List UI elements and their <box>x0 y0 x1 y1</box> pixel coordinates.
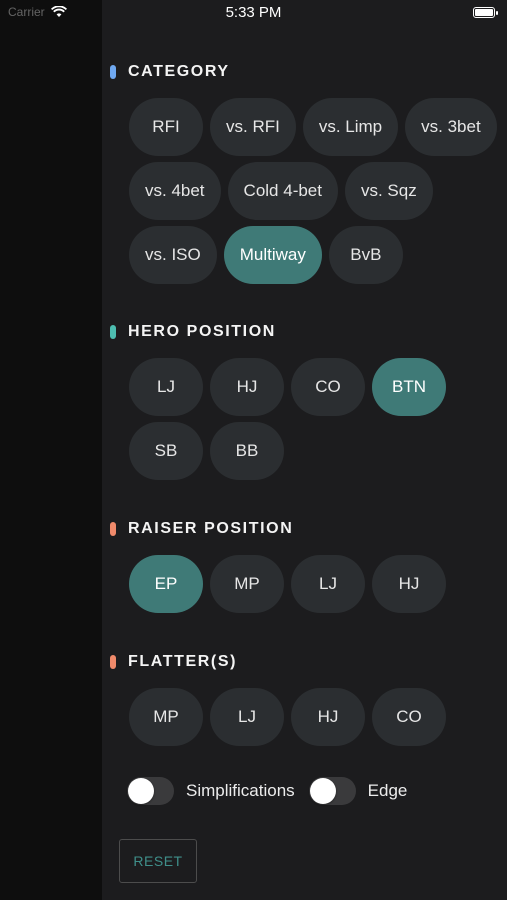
raiser-position-header: RAISER POSITION <box>110 519 449 539</box>
hero-position-title: HERO POSITION <box>128 323 276 340</box>
raiser-position-chip[interactable]: MP <box>210 555 284 613</box>
category-section: CATEGORY RFI vs. RFI vs. Limp vs. 3bet vs. 4… <box>110 62 499 284</box>
status-bar: Carrier 5:33 PM <box>0 0 507 28</box>
raiser-position-chips: EP MP LJ HJ <box>129 555 449 613</box>
category-title: CATEGORY <box>128 63 230 80</box>
category-chips: RFI vs. RFI vs. Limp vs. 3bet vs. 4bet Cold 4… <box>129 98 499 284</box>
flatters-title: FLATTER(S) <box>128 653 238 670</box>
raiser-position-section: RAISER POSITION EP MP LJ HJ <box>110 519 449 613</box>
flatters-chip[interactable]: HJ <box>291 688 365 746</box>
flatters-chips: MP LJ HJ CO <box>129 688 449 746</box>
toggles-row: Simplifications Edge <box>127 775 407 807</box>
edge-toggle[interactable] <box>308 777 356 805</box>
flatters-accent <box>110 655 116 669</box>
category-chip[interactable]: Multiway <box>223 226 322 284</box>
hero-position-chip[interactable]: HJ <box>210 358 284 416</box>
hero-position-chip[interactable]: SB <box>129 422 203 480</box>
flatters-chip[interactable]: LJ <box>210 688 284 746</box>
hero-position-chip[interactable]: BB <box>210 422 284 480</box>
category-chip[interactable]: Cold 4-bet <box>227 162 338 220</box>
toggle-knob <box>128 778 154 804</box>
category-chip[interactable]: vs. RFI <box>210 98 296 156</box>
raiser-position-chip[interactable]: LJ <box>291 555 365 613</box>
hero-position-section: HERO POSITION LJ HJ CO BTN SB BB <box>110 322 449 480</box>
category-chip[interactable]: vs. ISO <box>129 226 217 284</box>
hero-position-header: HERO POSITION <box>110 322 449 342</box>
raiser-position-chip[interactable]: HJ <box>372 555 446 613</box>
edge-label: Edge <box>367 781 408 800</box>
hero-position-chip[interactable]: CO <box>291 358 365 416</box>
category-chip[interactable]: RFI <box>129 98 203 156</box>
raiser-position-title: RAISER POSITION <box>128 520 294 537</box>
toggle-knob <box>309 778 336 804</box>
flatters-section: FLATTER(S) MP LJ HJ CO <box>110 652 449 746</box>
reset-button[interactable]: RESET <box>119 839 197 883</box>
background-overlay <box>0 0 102 900</box>
category-chip[interactable]: vs. Limp <box>302 98 399 156</box>
hero-position-chip[interactable]: LJ <box>129 358 203 416</box>
category-header: CATEGORY <box>110 62 499 82</box>
category-chip[interactable]: vs. 4bet <box>129 162 221 220</box>
category-chip[interactable]: BvB <box>328 226 403 284</box>
flatters-chip[interactable]: CO <box>372 688 446 746</box>
status-time: 5:33 PM <box>225 4 282 21</box>
category-chip[interactable]: vs. 3bet <box>405 98 497 156</box>
hero-position-accent <box>110 325 116 339</box>
raiser-position-chip[interactable]: EP <box>129 555 203 613</box>
flatters-header: FLATTER(S) <box>110 652 449 672</box>
battery-icon <box>473 7 498 18</box>
hero-position-chips: LJ HJ CO BTN SB BB <box>129 358 449 480</box>
simplifications-label: Simplifications <box>186 781 295 800</box>
category-accent <box>110 65 116 79</box>
flatters-chip[interactable]: MP <box>129 688 203 746</box>
simplifications-toggle[interactable] <box>127 777 174 805</box>
raiser-position-accent <box>110 522 116 536</box>
hero-position-chip[interactable]: BTN <box>372 358 446 416</box>
category-chip[interactable]: vs. Sqz <box>344 162 433 220</box>
